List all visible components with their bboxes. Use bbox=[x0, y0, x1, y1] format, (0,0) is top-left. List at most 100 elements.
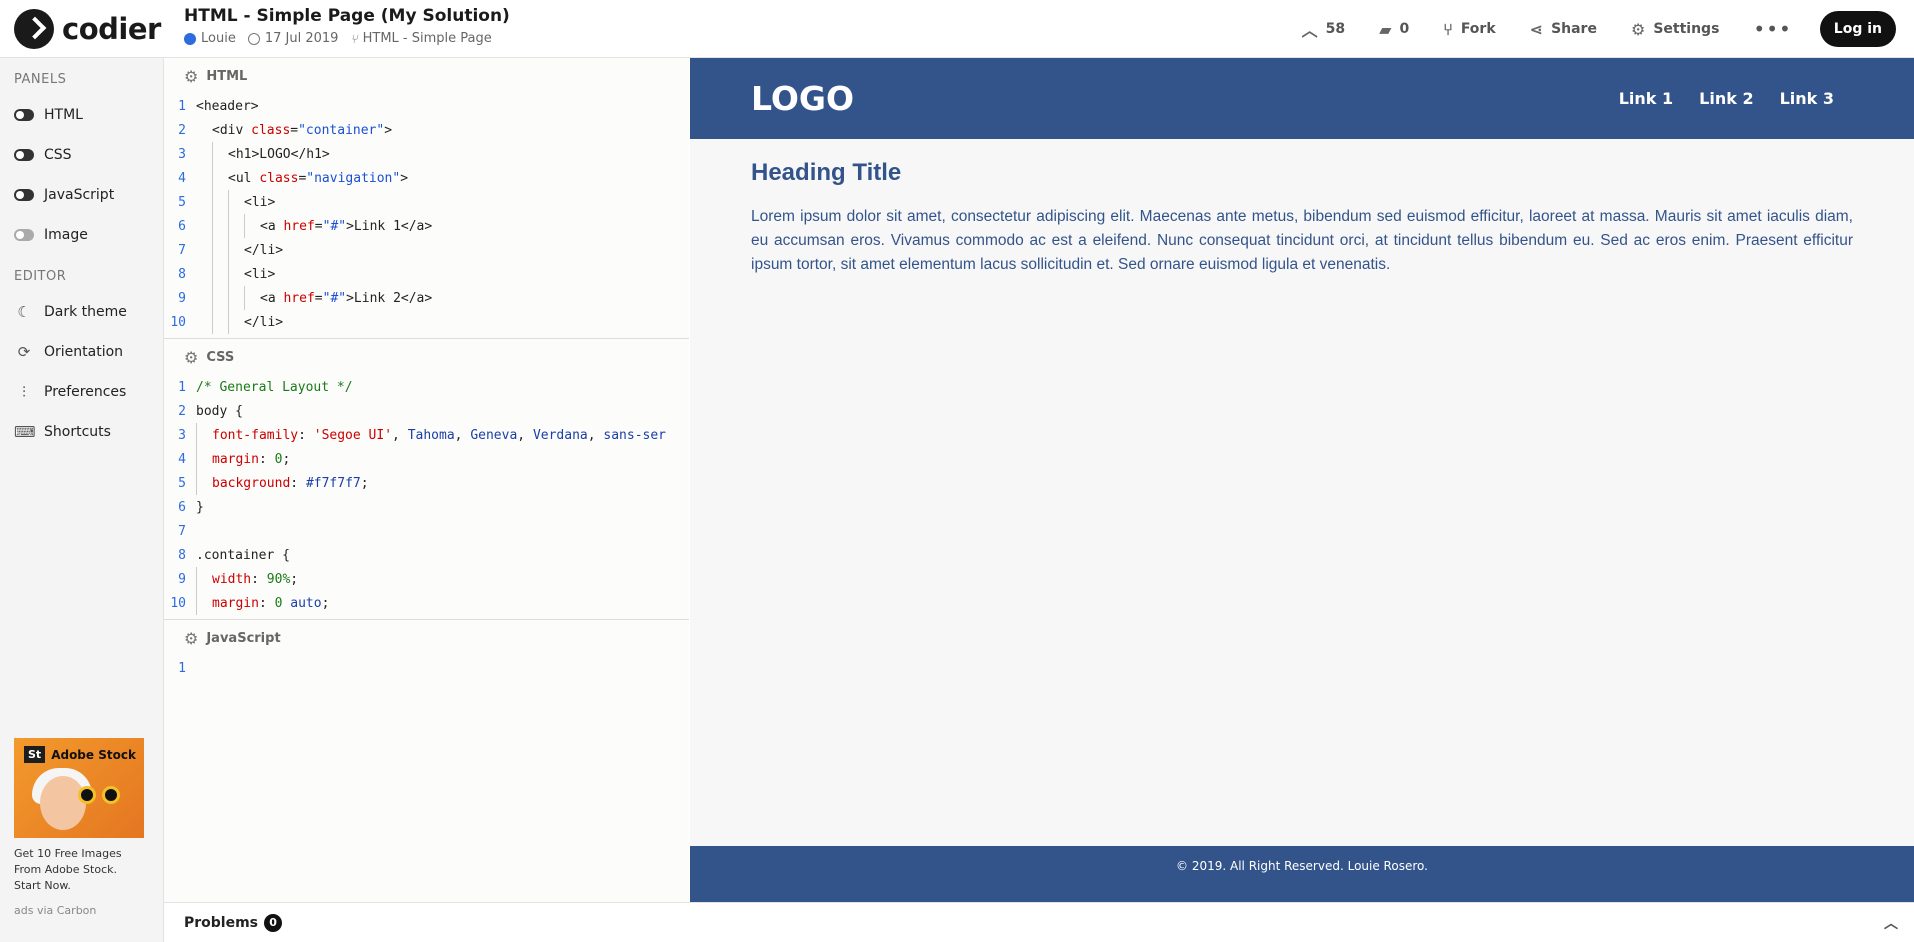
preview-nav: Link 1 Link 2 Link 3 bbox=[1619, 89, 1834, 108]
ad-illustration-glasses bbox=[102, 786, 120, 804]
panel-toggle-html[interactable]: HTML bbox=[0, 95, 163, 135]
toggle-on-icon bbox=[14, 109, 34, 121]
chevron-up-icon[interactable]: ︿ bbox=[1884, 913, 1898, 933]
panel-label: CSS bbox=[44, 147, 72, 163]
preferences-label: Preferences bbox=[44, 384, 127, 400]
preview-main: Heading Title Lorem ipsum dolor sit amet… bbox=[690, 139, 1914, 277]
rotate-icon: ⟳ bbox=[17, 343, 31, 361]
panel-label: Image bbox=[44, 227, 88, 243]
panel-toggle-css[interactable]: CSS bbox=[0, 135, 163, 175]
panel-toggle-image[interactable]: Image bbox=[0, 215, 163, 255]
dark-theme-item[interactable]: ☾ Dark theme bbox=[0, 292, 163, 332]
shortcuts-item[interactable]: ⌨ Shortcuts bbox=[0, 412, 163, 452]
css-code[interactable]: 1/* General Layout */ 2 body { 3 font-fami… bbox=[164, 375, 689, 615]
shortcuts-label: Shortcuts bbox=[44, 424, 111, 440]
like-count: 58 bbox=[1325, 21, 1346, 37]
title-block: HTML - Simple Page (My Solution) Louie 1… bbox=[184, 6, 510, 46]
ad-image[interactable]: St Adobe Stock bbox=[14, 738, 144, 838]
dark-theme-label: Dark theme bbox=[44, 304, 127, 320]
ad-text[interactable]: Get 10 Free Images From Adobe Stock. Sta… bbox=[14, 846, 144, 894]
carbon-ad[interactable]: St Adobe Stock Get 10 Free Images From A… bbox=[14, 738, 144, 917]
share-label: Share bbox=[1551, 21, 1597, 37]
fork-icon: ⑂ bbox=[1443, 19, 1453, 39]
author-name: Louie bbox=[201, 31, 236, 46]
js-panel-title: JavaScript bbox=[206, 630, 281, 646]
js-code[interactable]: 1 bbox=[164, 656, 689, 680]
problems-count: 0 bbox=[264, 913, 283, 932]
more-options-icon[interactable]: ••• bbox=[1753, 17, 1791, 41]
html-panel-title: HTML bbox=[206, 68, 248, 84]
comments-button[interactable]: ▰ 0 bbox=[1379, 20, 1409, 39]
gear-icon[interactable]: ⚙ bbox=[184, 629, 198, 648]
panel-label: JavaScript bbox=[44, 187, 115, 203]
fork-mini-icon: ⑂ bbox=[350, 31, 358, 46]
preview-link-3[interactable]: Link 3 bbox=[1780, 89, 1834, 108]
keyboard-icon: ⌨ bbox=[14, 423, 36, 441]
toggle-off-icon bbox=[14, 229, 34, 241]
ad-badge: St Adobe Stock bbox=[24, 746, 136, 763]
date-info: 17 Jul 2019 bbox=[247, 31, 339, 46]
preview-logo: LOGO bbox=[751, 79, 855, 118]
login-button[interactable]: Log in bbox=[1819, 11, 1896, 47]
top-bar: codier HTML - Simple Page (My Solution) … bbox=[0, 0, 1914, 58]
moon-icon: ☾ bbox=[17, 303, 31, 321]
preview-paragraph: Lorem ipsum dolor sit amet, consectetur … bbox=[751, 208, 1853, 273]
sliders-icon: ⫶ bbox=[22, 383, 26, 401]
author-link[interactable]: Louie bbox=[184, 31, 236, 46]
share-icon: ⋖ bbox=[1529, 19, 1544, 39]
user-badge-icon bbox=[184, 32, 196, 45]
js-panel: ⚙ JavaScript 1 bbox=[164, 620, 689, 902]
css-panel-header[interactable]: ⚙ CSS bbox=[164, 339, 689, 375]
html-panel: ⚙ HTML 1 <header> 2 <div class = "container" >… bbox=[164, 58, 689, 339]
app-name: codier bbox=[62, 12, 161, 46]
header-actions: ︿ 58 ▰ 0 ⑂ Fork ⋖ Share ⚙ Settings ••• Log in bbox=[1302, 0, 1914, 58]
ad-illustration-glasses bbox=[78, 786, 96, 804]
orientation-item[interactable]: ⟳ Orientation bbox=[0, 332, 163, 372]
preview-link-2[interactable]: Link 2 bbox=[1699, 89, 1753, 108]
orientation-label: Orientation bbox=[44, 344, 124, 360]
editor-column: ⚙ HTML 1 <header> 2 <div class = "container" >… bbox=[164, 58, 689, 902]
clock-icon bbox=[247, 32, 260, 45]
chevron-up-icon: ︿ bbox=[1301, 21, 1318, 40]
fork-of-link[interactable]: ⑂ HTML - Simple Page bbox=[350, 31, 491, 46]
ad-via[interactable]: ads via Carbon bbox=[14, 904, 144, 917]
fork-of-text: HTML - Simple Page bbox=[362, 31, 492, 46]
page-title: HTML - Simple Page (My Solution) bbox=[184, 6, 510, 26]
preview-pane[interactable]: LOGO Link 1 Link 2 Link 3 Heading Title … bbox=[690, 58, 1914, 902]
date-text: 17 Jul 2019 bbox=[264, 31, 339, 46]
ad-illustration-face bbox=[40, 776, 86, 830]
fork-label: Fork bbox=[1460, 21, 1496, 37]
js-panel-header[interactable]: ⚙ JavaScript bbox=[164, 620, 689, 656]
html-code[interactable]: 1 <header> 2 <div class = "container" > 3 <h1>… bbox=[164, 94, 689, 334]
gear-icon[interactable]: ⚙ bbox=[184, 348, 198, 367]
fork-button[interactable]: ⑂ Fork bbox=[1443, 20, 1495, 39]
left-sidebar: PANELS HTML CSS JavaScript Image EDITOR … bbox=[0, 58, 164, 942]
codier-logo-icon bbox=[14, 9, 54, 49]
preview-link-1[interactable]: Link 1 bbox=[1619, 89, 1673, 108]
ad-brand: Adobe Stock bbox=[51, 747, 136, 762]
preferences-item[interactable]: ⫶ Preferences bbox=[0, 372, 163, 412]
panel-toggle-javascript[interactable]: JavaScript bbox=[0, 175, 163, 215]
adobe-stock-logo: St bbox=[24, 746, 46, 763]
toggle-on-icon bbox=[14, 189, 34, 201]
html-panel-header[interactable]: ⚙ HTML bbox=[164, 58, 689, 94]
like-button[interactable]: ︿ 58 bbox=[1302, 17, 1346, 41]
gear-icon: ⚙ bbox=[1630, 19, 1646, 39]
toggle-on-icon bbox=[14, 149, 34, 161]
editor-heading: EDITOR bbox=[14, 269, 67, 284]
preview-header: LOGO Link 1 Link 2 Link 3 bbox=[690, 58, 1914, 139]
css-panel: ⚙ CSS 1/* General Layout */ 2 body { 3 font… bbox=[164, 339, 689, 620]
css-panel-title: CSS bbox=[206, 349, 235, 365]
preview-footer: © 2019. All Right Reserved. Louie Rosero… bbox=[690, 846, 1914, 902]
gear-icon[interactable]: ⚙ bbox=[184, 67, 198, 86]
problems-bar[interactable]: Problems 0 ︿ bbox=[164, 902, 1914, 942]
comment-icon: ▰ bbox=[1379, 19, 1392, 39]
meta-row: Louie 17 Jul 2019 ⑂ HTML - Simple Page bbox=[184, 31, 510, 46]
settings-label: Settings bbox=[1653, 21, 1720, 37]
panel-label: HTML bbox=[44, 107, 83, 123]
share-button[interactable]: ⋖ Share bbox=[1530, 20, 1597, 39]
settings-button[interactable]: ⚙ Settings bbox=[1631, 20, 1719, 39]
codier-logo[interactable]: codier bbox=[14, 9, 161, 49]
panels-heading: PANELS bbox=[14, 72, 67, 87]
preview-heading: Heading Title bbox=[751, 159, 902, 186]
